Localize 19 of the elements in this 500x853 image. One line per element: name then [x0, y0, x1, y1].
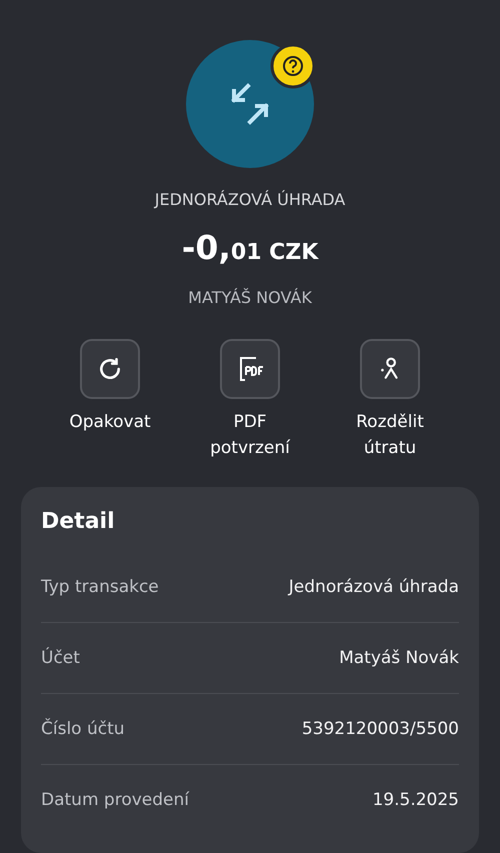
- action-button[interactable]: [360, 339, 420, 399]
- card-title: Detail: [41, 509, 116, 534]
- action-button[interactable]: [80, 339, 140, 399]
- detail-label: Účet: [41, 648, 80, 668]
- counterparty-name: MATYÁŠ NOVÁK: [188, 288, 312, 307]
- detail-value: 5392120003/5500: [302, 719, 459, 739]
- amount-text: -0,01 CZK: [182, 231, 318, 264]
- detail-value: 19.5.2025: [372, 790, 459, 810]
- action-button[interactable]: [220, 339, 280, 399]
- transaction-type-title: JEDNORÁZOVÁ ÚHRADA: [154, 190, 346, 209]
- action-label[interactable]: Rozdělit útratu: [335, 409, 445, 461]
- detail-label: Typ transakce: [41, 577, 159, 597]
- detail-label: Číslo účtu: [41, 719, 125, 739]
- refresh-icon: [97, 356, 123, 382]
- detail-label: Datum provedení: [41, 790, 189, 810]
- action-label[interactable]: PDF potvrzení: [195, 409, 305, 461]
- detail-value: Matyáš Novák: [339, 648, 459, 668]
- action-label[interactable]: Opakovat: [55, 409, 165, 435]
- detail-value: Jednorázová úhrada: [288, 577, 459, 597]
